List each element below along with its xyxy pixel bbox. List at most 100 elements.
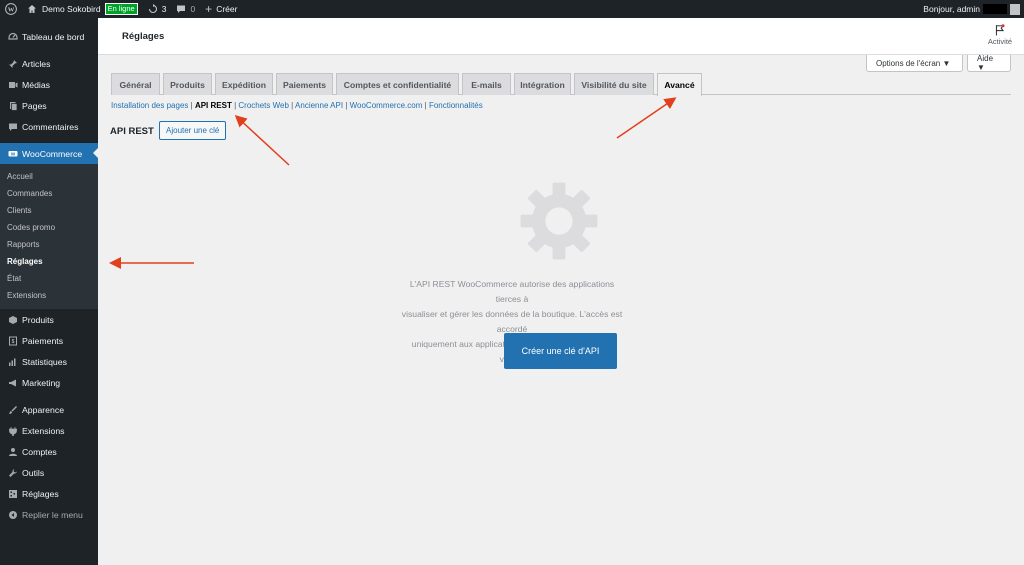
tab-general[interactable]: Général <box>111 73 160 95</box>
tab-expedition[interactable]: Expédition <box>215 73 273 95</box>
submenu-reglages[interactable]: Réglages <box>0 253 98 270</box>
help-button[interactable]: Aide ▼ <box>967 54 1011 72</box>
redacted-username <box>983 4 1007 14</box>
menu-reglages[interactable]: Réglages <box>0 483 98 504</box>
page-title: Réglages <box>122 31 165 42</box>
media-icon <box>7 79 18 90</box>
site-name-link[interactable]: Demo Sokobird En ligne <box>22 0 143 18</box>
menu-media[interactable]: Médias <box>0 74 98 95</box>
tab-produits[interactable]: Produits <box>163 73 212 95</box>
menu-label: Médias <box>22 79 51 90</box>
submenu-rapports[interactable]: Rapports <box>0 236 98 253</box>
menu-produits[interactable]: Produits <box>0 309 98 330</box>
menu-label: Statistiques <box>22 356 67 367</box>
home-icon <box>28 5 36 13</box>
menu-pages[interactable]: Pages <box>0 95 98 116</box>
menu-label: Réglages <box>22 488 59 499</box>
menu-comments[interactable]: Commentaires <box>0 116 98 137</box>
submenu-clients[interactable]: Clients <box>0 202 98 219</box>
status-badge: En ligne <box>104 3 138 15</box>
activity-button[interactable]: Activité <box>984 24 1016 46</box>
greeting: Bonjour, admin <box>923 4 980 14</box>
tab-avance[interactable]: Avancé <box>657 73 702 96</box>
brush-icon <box>7 404 18 415</box>
screen-options-button[interactable]: Options de l'écran ▼ <box>866 55 963 72</box>
tab-visibilite-site[interactable]: Visibilité du site <box>574 73 654 95</box>
comments-count: 0 <box>190 4 196 14</box>
sublink-woocommerce-com[interactable]: WooCommerce.com <box>350 101 423 110</box>
comments-icon <box>7 121 18 132</box>
menu-label: Replier le menu <box>22 509 83 520</box>
menu-marketing[interactable]: Marketing <box>0 372 98 393</box>
submenu-accueil[interactable]: Accueil <box>0 168 98 185</box>
menu-statistiques[interactable]: Statistiques <box>0 351 98 372</box>
updates-link[interactable]: 3 <box>143 0 172 18</box>
menu-articles[interactable]: Articles <box>0 53 98 74</box>
dashboard-icon <box>7 31 18 42</box>
pin-icon <box>7 58 18 69</box>
menu-label: Pages <box>22 100 47 111</box>
tab-integration[interactable]: Intégration <box>514 73 571 95</box>
comments-link[interactable]: 0 <box>171 0 200 18</box>
flag-icon <box>995 24 1005 36</box>
sublink-crochets-web[interactable]: Crochets Web <box>238 101 289 110</box>
menu-label: Articles <box>22 58 51 69</box>
menu-paiements[interactable]: $ Paiements <box>0 330 98 351</box>
users-icon <box>7 446 18 457</box>
section-title: API REST <box>110 126 154 137</box>
menu-label: Paiements <box>22 335 64 346</box>
sublink-installation-pages[interactable]: Installation des pages <box>111 101 188 110</box>
activity-label: Activité <box>987 37 1013 46</box>
svg-text:W: W <box>8 6 15 13</box>
submenu-commandes[interactable]: Commandes <box>0 185 98 202</box>
new-content-link[interactable]: + Créer <box>200 0 242 18</box>
pages-icon <box>7 100 18 111</box>
submenu-etat[interactable]: État <box>0 270 98 287</box>
submenu-codes-promo[interactable]: Codes promo <box>0 219 98 236</box>
avatar <box>1010 3 1020 15</box>
updates-icon <box>148 4 157 14</box>
sublink-ancienne-api[interactable]: Ancienne API <box>295 101 343 110</box>
collapse-menu-button[interactable]: Replier le menu <box>0 504 98 525</box>
menu-woocommerce[interactable]: W WooCommerce <box>0 143 98 164</box>
submenu-extensions[interactable]: Extensions <box>0 287 98 304</box>
menu-label: Produits <box>22 314 54 325</box>
products-icon <box>7 314 18 325</box>
admin-sidebar: Tableau de bord Articles Médias Pages Co… <box>0 18 98 565</box>
wordpress-logo-icon[interactable]: W <box>0 0 22 18</box>
tab-comptes-confidentialite[interactable]: Comptes et confidentialité <box>336 73 459 95</box>
plus-icon: + <box>205 2 213 16</box>
section-sublinks: Installation des pages | API REST | Croc… <box>111 101 483 110</box>
sublink-fonctionnalites[interactable]: Fonctionnalités <box>429 101 483 110</box>
wrench-icon <box>7 467 18 478</box>
site-name: Demo Sokobird <box>42 4 101 14</box>
sublink-api-rest[interactable]: API REST <box>195 101 232 110</box>
my-account[interactable]: Bonjour, admin <box>923 3 1024 15</box>
updates-count: 3 <box>161 4 167 14</box>
create-api-key-button[interactable]: Créer une clé d'API <box>504 333 617 369</box>
menu-extensions[interactable]: Extensions <box>0 420 98 441</box>
menu-apparence[interactable]: Apparence <box>0 399 98 420</box>
empty-state-line: L'API REST WooCommerce autorise des appl… <box>409 279 615 304</box>
add-key-button[interactable]: Ajouter une clé <box>159 121 227 140</box>
arrow-to-api-rest <box>234 114 290 166</box>
menu-label: Commentaires <box>22 121 79 132</box>
arrow-to-avance-tab <box>616 97 677 139</box>
plugin-icon <box>7 425 18 436</box>
admin-bar: W Demo Sokobird En ligne 3 0 + Créer Bon… <box>0 0 1024 18</box>
stats-icon <box>7 356 18 367</box>
menu-label: Marketing <box>22 377 61 388</box>
megaphone-icon <box>7 377 18 388</box>
comment-bubble-icon <box>177 5 186 13</box>
svg-text:$: $ <box>11 339 14 345</box>
menu-outils[interactable]: Outils <box>0 462 98 483</box>
menu-label: Extensions <box>22 425 65 436</box>
settings-icon <box>7 488 18 499</box>
menu-dashboard[interactable]: Tableau de bord <box>0 26 98 47</box>
menu-comptes[interactable]: Comptes <box>0 441 98 462</box>
tab-paiements[interactable]: Paiements <box>276 73 333 95</box>
tab-emails[interactable]: E-mails <box>462 73 511 95</box>
new-content-label: Créer <box>216 4 238 14</box>
menu-label: Outils <box>22 467 45 478</box>
collapse-arrow-icon <box>7 509 18 520</box>
